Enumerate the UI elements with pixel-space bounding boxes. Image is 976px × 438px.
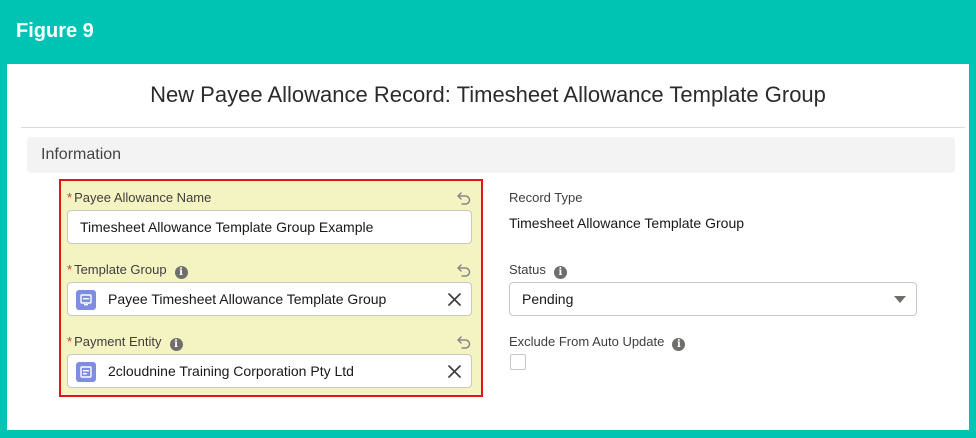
- record-type-value: Timesheet Allowance Template Group: [509, 215, 745, 231]
- close-icon[interactable]: [448, 365, 461, 378]
- record-icon: [76, 290, 96, 310]
- figure-frame: Figure 9 New Payee Allowance Record: Tim…: [0, 0, 976, 438]
- template-group-value: Payee Timesheet Allowance Template Group: [108, 291, 387, 307]
- exclude-from-auto-update-label: Exclude From Auto Update i: [509, 334, 686, 351]
- info-icon[interactable]: i: [553, 266, 567, 279]
- info-icon[interactable]: i: [672, 338, 686, 351]
- status-label: Status i: [509, 262, 567, 279]
- modal-panel: New Payee Allowance Record: Timesheet Al…: [7, 64, 969, 430]
- payment-entity-lookup[interactable]: 2cloudnine Training Corporation Pty Ltd: [67, 354, 472, 388]
- payment-entity-label: * Payment Entity i: [67, 334, 183, 351]
- undo-icon[interactable]: [456, 333, 472, 349]
- title-divider: [21, 127, 965, 128]
- status-selected-value: Pending: [522, 291, 574, 307]
- info-icon[interactable]: i: [169, 338, 183, 351]
- payee-allowance-name-label: * Payee Allowance Name: [67, 190, 212, 205]
- required-marker: *: [67, 190, 73, 205]
- section-header-information[interactable]: Information: [27, 137, 955, 173]
- undo-icon[interactable]: [456, 189, 472, 205]
- status-select[interactable]: Pending: [509, 282, 917, 316]
- info-icon[interactable]: i: [174, 266, 188, 279]
- undo-icon[interactable]: [456, 261, 472, 277]
- record-icon: [76, 362, 96, 382]
- exclude-from-auto-update-checkbox[interactable]: [510, 354, 526, 370]
- close-icon[interactable]: [448, 293, 461, 306]
- figure-label: Figure 9: [16, 20, 94, 42]
- record-type-label: Record Type: [509, 190, 583, 205]
- required-marker: *: [67, 262, 73, 277]
- template-group-lookup[interactable]: Payee Timesheet Allowance Template Group: [67, 282, 472, 316]
- chevron-down-icon: [894, 296, 906, 303]
- section-title: Information: [41, 146, 122, 163]
- required-marker: *: [67, 334, 73, 349]
- payee-allowance-name-input[interactable]: Timesheet Allowance Template Group Examp…: [67, 210, 472, 244]
- payment-entity-value: 2cloudnine Training Corporation Pty Ltd: [108, 363, 354, 379]
- template-group-label: * Template Group i: [67, 262, 188, 279]
- modal-title: New Payee Allowance Record: Timesheet Al…: [150, 82, 826, 107]
